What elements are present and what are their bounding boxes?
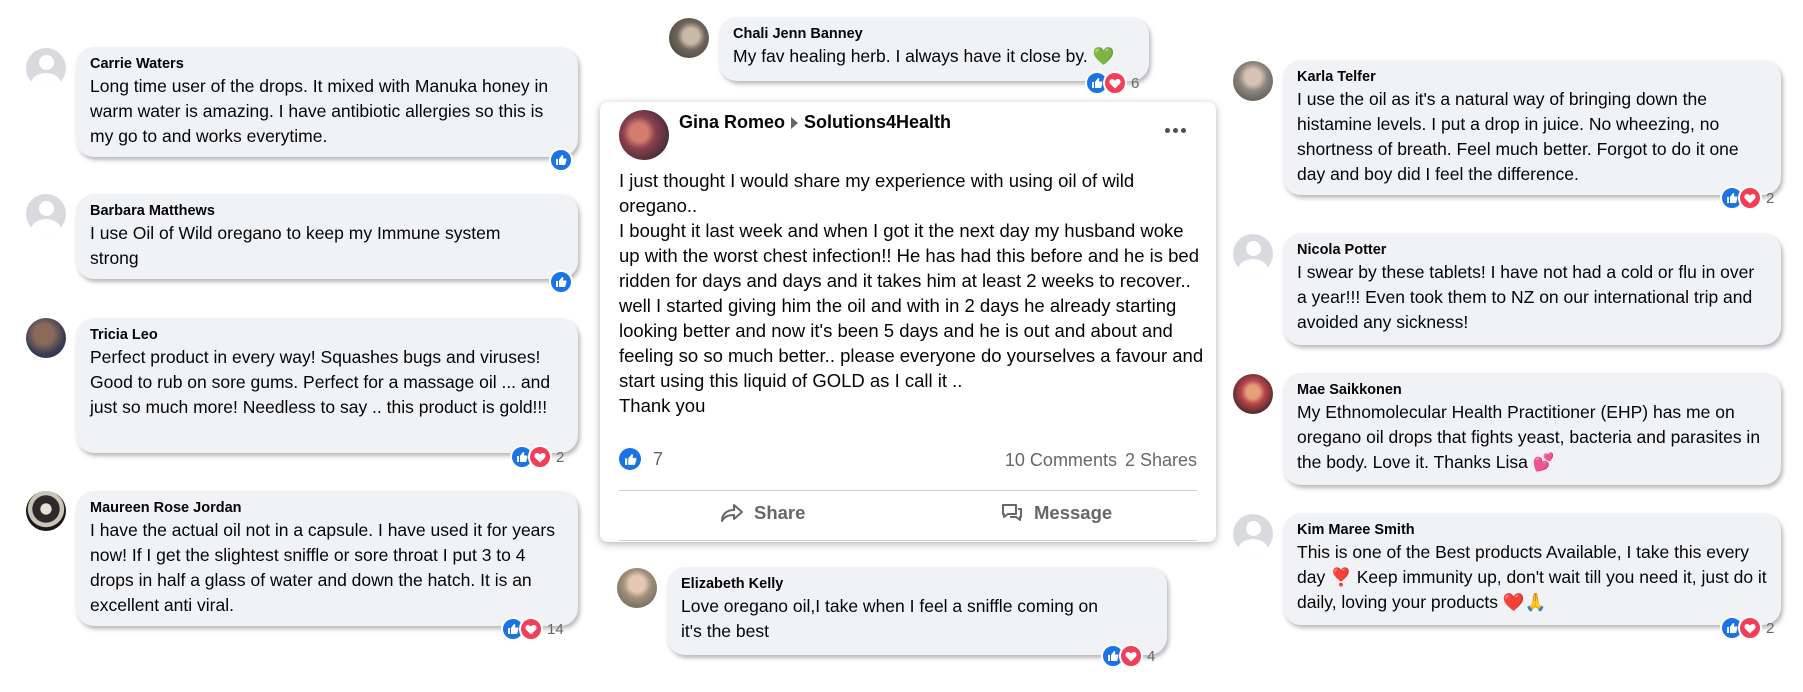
post-like-count: 7 xyxy=(653,448,664,469)
comments-count-link[interactable]: 10 Comments xyxy=(1005,450,1117,471)
avatar[interactable] xyxy=(26,48,66,88)
avatar[interactable] xyxy=(26,318,66,358)
reaction-summary[interactable] xyxy=(549,270,573,294)
commenter-name[interactable]: Tricia Leo xyxy=(90,326,564,345)
comment-bubble: Maureen Rose Jordan I have the actual oi… xyxy=(76,491,578,626)
commenter-name[interactable]: Mae Saikkonen xyxy=(1297,381,1767,400)
post-group-name[interactable]: Solutions4Health xyxy=(804,112,951,133)
comment-bubble: Tricia Leo Perfect product in every way!… xyxy=(76,318,578,453)
commenter-name[interactable]: Nicola Potter xyxy=(1297,241,1767,260)
post-like-summary[interactable]: 7 xyxy=(619,448,663,470)
reaction-summary[interactable]: 2 xyxy=(1720,186,1775,210)
reaction-summary[interactable]: 2 xyxy=(1720,616,1775,640)
comment-bubble: Mae Saikkonen My Ethnomolecular Health P… xyxy=(1283,373,1781,485)
love-icon xyxy=(1738,616,1762,640)
reaction-count: 2 xyxy=(1766,189,1775,207)
share-button[interactable]: Share xyxy=(720,502,805,524)
share-icon xyxy=(721,504,743,522)
like-icon xyxy=(619,448,641,470)
comment-text: Perfect product in every way! Squashes b… xyxy=(90,347,551,417)
love-icon xyxy=(519,617,543,641)
divider xyxy=(619,540,1197,541)
like-icon xyxy=(549,148,573,172)
comment-text: I have the actual oil not in a capsule. … xyxy=(90,520,555,615)
commenter-name[interactable]: Carrie Waters xyxy=(90,55,564,74)
comment-text: I use the oil as it's a natural way of b… xyxy=(1297,89,1739,184)
post-author-name[interactable]: Gina Romeo xyxy=(679,112,785,133)
share-label: Share xyxy=(754,502,806,523)
comment-bubble: Barbara Matthews I use Oil of Wild orega… xyxy=(76,194,578,279)
comment-text: I use Oil of Wild oregano to keep my Imm… xyxy=(90,223,501,268)
reaction-count: 14 xyxy=(547,620,564,638)
divider xyxy=(619,490,1197,491)
avatar[interactable] xyxy=(26,491,66,531)
avatar[interactable] xyxy=(26,194,66,234)
commenter-name[interactable]: Maureen Rose Jordan xyxy=(90,499,564,518)
post-header: Gina Romeo Solutions4Health xyxy=(679,112,951,133)
avatar[interactable] xyxy=(1233,374,1273,414)
comment-text: This is one of the Best products Availab… xyxy=(1297,542,1767,612)
message-label: Message xyxy=(1034,502,1113,523)
reaction-summary[interactable]: 4 xyxy=(1101,644,1156,668)
reaction-summary[interactable]: 2 xyxy=(510,445,565,469)
avatar[interactable] xyxy=(669,18,709,58)
caret-right-icon xyxy=(791,116,799,129)
message-icon xyxy=(1002,504,1022,521)
reaction-summary[interactable] xyxy=(549,148,573,172)
love-icon xyxy=(528,445,552,469)
commenter-name[interactable]: Karla Telfer xyxy=(1297,68,1767,87)
love-icon xyxy=(1103,71,1127,95)
commenter-name[interactable]: Kim Maree Smith xyxy=(1297,521,1767,540)
comment-bubble: Kim Maree Smith This is one of the Best … xyxy=(1283,513,1781,625)
commenter-name[interactable]: Barbara Matthews xyxy=(90,202,564,221)
comment-bubble: Nicola Potter I swear by these tablets! … xyxy=(1283,233,1781,345)
comment-bubble: Karla Telfer I use the oil as it's a nat… xyxy=(1283,60,1781,195)
comment-text: Long time user of the drops. It mixed wi… xyxy=(90,76,549,146)
comment-text: My fav healing herb. I always have it cl… xyxy=(733,46,1115,66)
more-dots-icon[interactable] xyxy=(1165,128,1186,133)
reaction-summary[interactable]: 6 xyxy=(1085,71,1140,95)
comment-text: My Ethnomolecular Health Practitioner (E… xyxy=(1297,402,1761,472)
reaction-count: 2 xyxy=(1766,619,1775,637)
message-button[interactable]: Message xyxy=(1000,502,1112,524)
avatar[interactable] xyxy=(1233,514,1273,554)
love-icon xyxy=(1738,186,1762,210)
reaction-count: 2 xyxy=(556,448,565,466)
like-icon xyxy=(549,270,573,294)
avatar[interactable] xyxy=(1233,234,1273,274)
shares-count-link[interactable]: 2 Shares xyxy=(1125,450,1197,471)
love-icon xyxy=(1119,644,1143,668)
comment-text: Love oregano oil,I take when I feel a sn… xyxy=(681,596,1099,641)
reaction-count: 6 xyxy=(1131,74,1140,92)
comment-bubble: Elizabeth Kelly Love oregano oil,I take … xyxy=(667,567,1167,655)
post-body: I just thought I would share my experien… xyxy=(619,170,1204,416)
avatar[interactable] xyxy=(1233,61,1273,101)
post-author-avatar[interactable] xyxy=(619,110,669,160)
reaction-count: 4 xyxy=(1147,647,1156,665)
post-stats: 10 Comments 2 Shares xyxy=(1005,450,1197,471)
commenter-name[interactable]: Elizabeth Kelly xyxy=(681,575,1153,594)
comment-text: I swear by these tablets! I have not had… xyxy=(1297,262,1755,332)
post-card: Gina Romeo Solutions4Health I just thoug… xyxy=(600,102,1216,542)
commenter-name[interactable]: Chali Jenn Banney xyxy=(733,25,1135,44)
reaction-summary[interactable]: 14 xyxy=(501,617,564,641)
avatar[interactable] xyxy=(617,568,657,608)
comment-bubble: Carrie Waters Long time user of the drop… xyxy=(76,47,578,157)
